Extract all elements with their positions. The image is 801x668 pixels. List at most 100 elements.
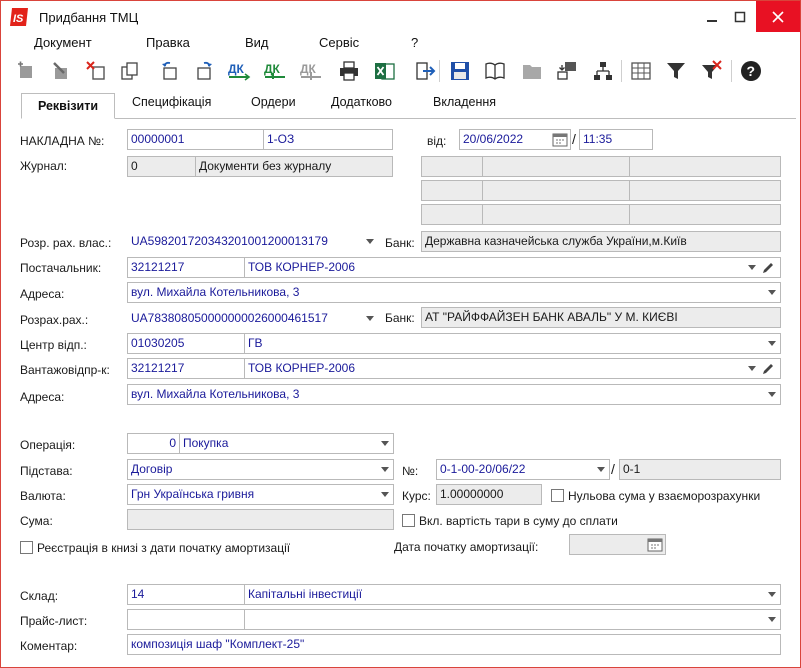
- minimize-button[interactable]: [699, 1, 725, 32]
- print-button[interactable]: [336, 58, 362, 84]
- chevron-down-icon: [366, 239, 374, 244]
- pencil-icon[interactable]: [761, 362, 775, 376]
- tab-additional[interactable]: Додатково: [331, 95, 392, 109]
- delete-button[interactable]: [83, 58, 109, 84]
- book-button[interactable]: [482, 58, 508, 84]
- warehouse-name-select[interactable]: Капітальні інвестиції: [244, 584, 781, 605]
- grid-cell: [482, 156, 630, 177]
- help-button[interactable]: ?: [738, 58, 764, 84]
- currency-value: Грн Українська гривня: [131, 487, 255, 501]
- menu-service[interactable]: Сервіс: [319, 35, 359, 50]
- own-account-label: Розр. рах. влас.:: [20, 236, 112, 250]
- filter-clear-button[interactable]: [698, 58, 724, 84]
- zero-sum-checkbox[interactable]: [551, 489, 564, 502]
- folder-button[interactable]: [519, 58, 545, 84]
- shipper-address-value: вул. Михайла Котельникова, 3: [131, 387, 300, 401]
- menu-edit[interactable]: Правка: [146, 35, 190, 50]
- close-button[interactable]: [756, 1, 800, 32]
- shipper-address-select[interactable]: вул. Михайла Котельникова, 3: [127, 384, 781, 405]
- filter-button[interactable]: [663, 58, 689, 84]
- supplier-account-select[interactable]: UA783808050000000026000461517: [127, 308, 379, 329]
- warehouse-code-input[interactable]: 14: [127, 584, 245, 605]
- tab-divider: [21, 118, 796, 119]
- edit-button[interactable]: [48, 58, 74, 84]
- center-name-select[interactable]: ГВ: [244, 333, 781, 354]
- supplier-address-select[interactable]: вул. Михайла Котельникова, 3: [127, 282, 781, 303]
- table-button[interactable]: [628, 58, 654, 84]
- calendar-icon[interactable]: [552, 132, 568, 147]
- edit-icon: [53, 62, 67, 79]
- chevron-down-icon: [381, 467, 389, 472]
- basis-number-separator: /: [611, 461, 615, 477]
- redo-button[interactable]: [191, 58, 217, 84]
- amort-date-field: [569, 534, 666, 555]
- basis-number-select[interactable]: 0-1-00-20/06/22: [436, 459, 610, 480]
- time-input[interactable]: 11:35: [579, 129, 653, 150]
- tree-button[interactable]: [590, 58, 616, 84]
- excel-button[interactable]: [372, 58, 398, 84]
- tab-attachments[interactable]: Вкладення: [433, 95, 496, 109]
- maximize-button[interactable]: [727, 1, 753, 32]
- undo-button[interactable]: [157, 58, 183, 84]
- date-label: від:: [427, 134, 447, 148]
- invoice-number-input[interactable]: 00000001: [127, 129, 264, 150]
- own-account-select[interactable]: UA598201720343201001200013179: [127, 231, 379, 252]
- menu-bar: Документ Правка Вид Сервіс ?: [1, 32, 800, 53]
- pencil-icon[interactable]: [761, 261, 775, 275]
- redo-icon: [197, 61, 212, 80]
- supplier-name-select[interactable]: ТОВ КОРНЕР-2006: [244, 257, 781, 278]
- chevron-down-icon: [768, 290, 776, 295]
- shipper-name-select[interactable]: ТОВ КОРНЕР-2006: [244, 358, 781, 379]
- center-code-input[interactable]: 01030205: [127, 333, 245, 354]
- dk-check-icon: ДК: [264, 62, 285, 79]
- transfer-button[interactable]: [554, 58, 580, 84]
- tab-requisites[interactable]: Реквізити: [21, 93, 115, 119]
- dk-button[interactable]: ДК: [227, 58, 253, 84]
- toolbar-separator: [731, 60, 732, 82]
- invoice-code-input[interactable]: 1-ОЗ: [263, 129, 393, 150]
- menu-document[interactable]: Документ: [34, 35, 92, 50]
- calendar-icon[interactable]: [647, 537, 663, 552]
- exit-button[interactable]: [412, 58, 438, 84]
- currency-label: Валюта:: [20, 489, 66, 503]
- window-title: Придбання ТМЦ: [39, 10, 139, 25]
- menu-view[interactable]: Вид: [245, 35, 269, 50]
- toolbar: ДК ДК ДК ?: [1, 53, 800, 89]
- date-input[interactable]: 20/06/2022: [459, 129, 571, 150]
- filter-clear-icon: [702, 60, 722, 79]
- tab-orders[interactable]: Ордери: [251, 95, 296, 109]
- supplier-name-value: ТОВ КОРНЕР-2006: [248, 260, 356, 274]
- currency-select[interactable]: Грн Українська гривня: [127, 484, 394, 505]
- menu-help[interactable]: ?: [411, 35, 418, 50]
- save-button[interactable]: [447, 58, 473, 84]
- tare-label: Вкл. вартість тари в суму до сплати: [419, 514, 618, 528]
- pricelist-code-input[interactable]: [127, 609, 245, 630]
- shipper-code-input[interactable]: 32121217: [127, 358, 245, 379]
- own-bank-label: Банк:: [385, 236, 415, 250]
- operation-select[interactable]: Покупка: [179, 433, 394, 454]
- operation-code-input[interactable]: 0: [127, 433, 180, 454]
- chevron-down-icon: [748, 265, 756, 270]
- supplier-code-input[interactable]: 32121217: [127, 257, 245, 278]
- comment-input[interactable]: композиція шаф "Комплект-25": [127, 634, 781, 655]
- toolbar-separator: [439, 60, 440, 82]
- dk-check-button[interactable]: ДК: [263, 58, 289, 84]
- pricelist-name-select[interactable]: [244, 609, 781, 630]
- dk-gray-button[interactable]: ДК: [299, 58, 325, 84]
- copy-button[interactable]: [117, 58, 143, 84]
- main-window: IS Придбання ТМЦ Документ Правка Вид Сер…: [0, 0, 801, 668]
- grid-cell: [482, 204, 630, 225]
- tare-checkbox[interactable]: [402, 514, 415, 527]
- supplier-label: Постачальник:: [20, 261, 102, 275]
- add-button[interactable]: [13, 58, 39, 84]
- register-checkbox[interactable]: [20, 541, 33, 554]
- folder-icon: [523, 65, 541, 79]
- delete-icon: [86, 61, 105, 80]
- shipper-name-value: ТОВ КОРНЕР-2006: [248, 361, 356, 375]
- svg-text:ДК: ДК: [228, 62, 245, 76]
- supplier-account-label: Розрах.рах.:: [20, 313, 89, 327]
- chevron-down-icon: [748, 366, 756, 371]
- chevron-down-icon: [381, 492, 389, 497]
- tab-specification[interactable]: Специфікація: [132, 95, 211, 109]
- basis-select[interactable]: Договір: [127, 459, 394, 480]
